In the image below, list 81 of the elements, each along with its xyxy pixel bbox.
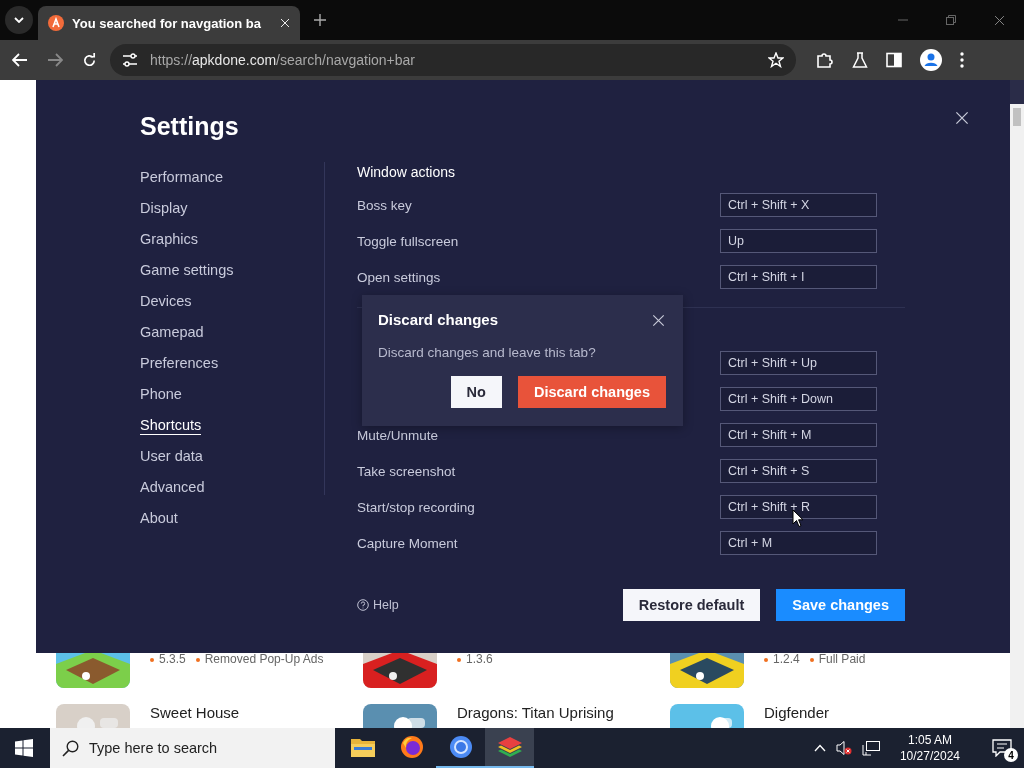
chevron-up-icon[interactable] bbox=[813, 744, 826, 752]
shortcut-field[interactable]: Ctrl + Shift + I bbox=[720, 265, 877, 289]
close-icon[interactable] bbox=[994, 14, 1005, 26]
restore-button[interactable]: Restore default bbox=[622, 589, 761, 621]
version-label: 1.2.4 bbox=[764, 652, 800, 666]
clock[interactable]: 1:05 AM 10/27/2024 bbox=[899, 732, 960, 764]
shortcut-field[interactable]: Ctrl + M bbox=[720, 531, 877, 555]
back-icon[interactable] bbox=[12, 53, 28, 67]
cancel-button[interactable]: No bbox=[450, 376, 502, 408]
cursor-icon bbox=[792, 509, 804, 528]
taskbar-search-field[interactable]: Type here to search bbox=[50, 728, 335, 768]
search-icon[interactable] bbox=[62, 739, 79, 757]
windows-logo-icon[interactable] bbox=[15, 739, 33, 757]
nav-item[interactable]: Advanced bbox=[140, 472, 205, 503]
site-favicon-icon bbox=[48, 15, 64, 31]
shortcut-field[interactable]: Up bbox=[720, 229, 877, 253]
bookmark-star-icon[interactable] bbox=[768, 52, 784, 68]
version-label: 5.3.5 bbox=[150, 652, 186, 666]
clock-time: 1:05 AM bbox=[907, 732, 952, 748]
help-icon[interactable] bbox=[357, 599, 369, 611]
nav-item[interactable]: Performance bbox=[140, 162, 223, 193]
nav-item[interactable]: About bbox=[140, 503, 178, 534]
nav-item[interactable]: User data bbox=[140, 441, 203, 472]
speaker-muted-icon[interactable] bbox=[835, 740, 852, 756]
shortcut-field[interactable]: Ctrl + Shift + Down bbox=[720, 387, 877, 411]
scrollbar[interactable] bbox=[1010, 80, 1024, 728]
shortcut-field[interactable]: Ctrl + Shift + S bbox=[720, 459, 877, 483]
site-info-icon[interactable] bbox=[122, 53, 138, 67]
menu-icon[interactable] bbox=[960, 52, 964, 68]
shortcut-field[interactable]: Ctrl + Shift + M bbox=[720, 423, 877, 447]
new-tab-icon[interactable] bbox=[314, 14, 326, 26]
app-title[interactable]: Digfender bbox=[764, 704, 830, 722]
url-text: https://apkdone.com/search/navgation+bar bbox=[150, 52, 417, 68]
shortcut-label: Take screenshot bbox=[357, 463, 456, 479]
chevron-down-icon[interactable] bbox=[14, 17, 24, 23]
shortcut-label: Start/stop recording bbox=[357, 499, 475, 515]
tab-list-button[interactable] bbox=[5, 6, 33, 34]
restore-icon[interactable] bbox=[946, 14, 956, 25]
section-title: Window actions bbox=[357, 163, 456, 182]
flask-icon[interactable] bbox=[852, 52, 868, 68]
app-title[interactable]: Dragons: Titan Uprising bbox=[457, 704, 614, 722]
notification-badge: 4 bbox=[1004, 748, 1018, 762]
shortcut-label: Open settings bbox=[357, 269, 441, 285]
layers-icon[interactable] bbox=[485, 728, 534, 768]
nav-item[interactable]: Shortcuts bbox=[140, 410, 202, 441]
nav-item[interactable]: Gamepad bbox=[140, 317, 204, 348]
puzzle-icon[interactable] bbox=[816, 51, 834, 69]
forward-icon[interactable] bbox=[47, 53, 63, 67]
close-icon[interactable] bbox=[652, 314, 665, 327]
nav-item[interactable]: Game settings bbox=[140, 255, 234, 286]
clock-date: 10/27/2024 bbox=[899, 748, 960, 764]
close-icon[interactable] bbox=[955, 111, 969, 125]
shortcut-label: Capture Moment bbox=[357, 535, 458, 551]
feature-label: Removed Pop-Up Ads bbox=[195, 652, 324, 666]
nav-item[interactable]: Display bbox=[140, 193, 188, 224]
shortcut-field[interactable]: Ctrl + Shift + R bbox=[720, 495, 877, 519]
shortcut-label: Mute/Unmute bbox=[357, 427, 439, 443]
feature-label: Full Paid bbox=[809, 652, 866, 666]
app-title[interactable]: Sweet House bbox=[150, 704, 240, 722]
nav-item[interactable]: Graphics bbox=[140, 224, 199, 255]
profile-icon[interactable] bbox=[920, 49, 942, 71]
shortcut-label: Toggle fullscreen bbox=[357, 233, 459, 249]
address-bar[interactable]: https://apkdone.com/search/navgation+bar bbox=[110, 44, 796, 76]
discard-button[interactable]: Discard changes bbox=[517, 376, 666, 408]
browser-tab[interactable]: You searched for navgation ba bbox=[38, 6, 300, 40]
nav-item[interactable]: Devices bbox=[140, 286, 192, 317]
dialog-message: Discard changes and leave this tab? bbox=[378, 345, 597, 360]
version-label: 1.3.6 bbox=[457, 652, 493, 666]
help-link[interactable]: Help bbox=[373, 598, 399, 612]
notifications-icon[interactable] bbox=[992, 739, 1012, 757]
dialog-title: Discard changes bbox=[378, 310, 499, 330]
settings-title: Settings bbox=[140, 111, 239, 142]
nav-item[interactable]: Phone bbox=[140, 379, 182, 410]
tab-title: You searched for navgation ba bbox=[72, 15, 263, 31]
network-icon[interactable] bbox=[861, 740, 880, 756]
shortcut-field[interactable]: Ctrl + Shift + X bbox=[720, 193, 877, 217]
shortcut-field[interactable]: Ctrl + Shift + Up bbox=[720, 351, 877, 375]
side-panel-icon[interactable] bbox=[886, 52, 902, 68]
shortcut-label: Boss key bbox=[357, 197, 412, 213]
reload-icon[interactable] bbox=[82, 52, 97, 68]
nav-item[interactable]: Preferences bbox=[140, 348, 219, 379]
